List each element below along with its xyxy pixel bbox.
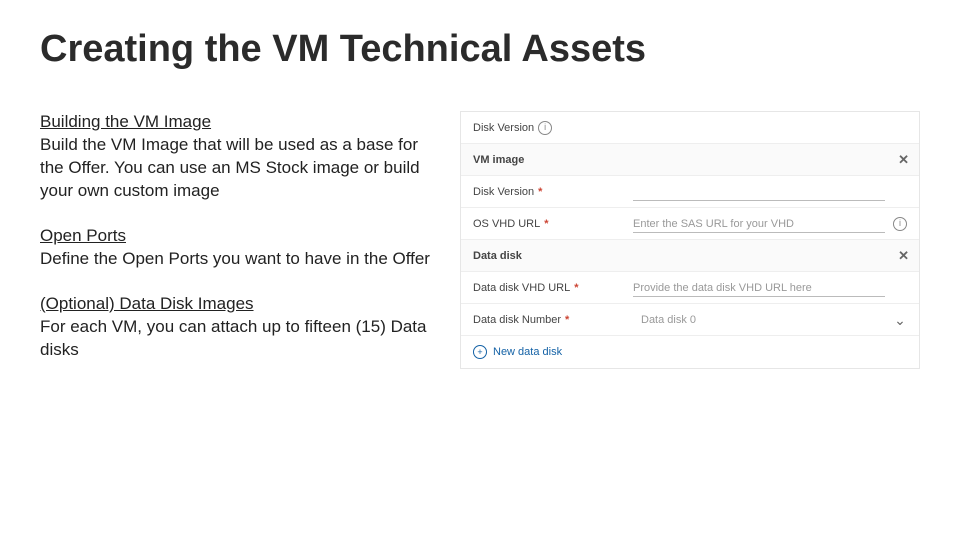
row-data-disk-number: Data disk Number * Data disk 0 ⌄ (461, 304, 919, 336)
info-icon[interactable]: i (538, 121, 552, 135)
label-disk-version: Disk Version (473, 186, 534, 198)
vm-image-form: Disk Version i VM image ✕ Disk Version * (460, 111, 920, 369)
section-body: Build the VM Image that will be used as … (40, 135, 420, 200)
close-icon[interactable]: ✕ (898, 249, 909, 262)
label-data-disk-number: Data disk Number (473, 314, 561, 326)
label-vm-image: VM image (473, 154, 524, 166)
section-open-ports: Open Ports Define the Open Ports you wan… (40, 225, 440, 271)
form-screenshot: Disk Version i VM image ✕ Disk Version * (460, 111, 920, 383)
row-vm-image-header: VM image ✕ (461, 144, 919, 176)
label-disk-version-top: Disk Version (473, 122, 534, 134)
row-disk-version: Disk Version * (461, 176, 919, 208)
section-heading: Building the VM Image (40, 112, 211, 131)
info-icon[interactable]: i (893, 217, 907, 231)
section-body: Define the Open Ports you want to have i… (40, 249, 430, 268)
section-data-disks: (Optional) Data Disk Images For each VM,… (40, 293, 440, 362)
section-building-vm: Building the VM Image Build the VM Image… (40, 111, 440, 203)
new-data-disk-label: New data disk (493, 346, 562, 358)
data-disk-vhd-url-input[interactable]: Provide the data disk VHD URL here (633, 279, 885, 297)
left-column: Building the VM Image Build the VM Image… (40, 111, 440, 383)
page-title: Creating the VM Technical Assets (40, 28, 920, 71)
row-disk-version-top: Disk Version i (461, 112, 919, 144)
data-disk-number-select[interactable]: Data disk 0 (633, 314, 907, 326)
required-mark: * (544, 218, 548, 230)
section-body: For each VM, you can attach up to fiftee… (40, 317, 426, 359)
chevron-down-icon[interactable]: ⌄ (893, 313, 907, 327)
section-heading: Open Ports (40, 226, 126, 245)
close-icon[interactable]: ✕ (898, 153, 909, 166)
required-mark: * (565, 314, 569, 326)
new-data-disk-button[interactable]: + New data disk (473, 345, 562, 359)
row-new-data-disk[interactable]: + New data disk (461, 336, 919, 368)
row-data-disk-header: Data disk ✕ (461, 240, 919, 272)
required-mark: * (538, 186, 542, 198)
label-data-disk-vhd-url: Data disk VHD URL (473, 282, 570, 294)
plus-icon: + (473, 345, 487, 359)
row-os-vhd-url: OS VHD URL * Enter the SAS URL for your … (461, 208, 919, 240)
required-mark: * (574, 282, 578, 294)
os-vhd-url-input[interactable]: Enter the SAS URL for your VHD (633, 215, 885, 233)
label-os-vhd-url: OS VHD URL (473, 218, 540, 230)
row-data-disk-vhd-url: Data disk VHD URL * Provide the data dis… (461, 272, 919, 304)
section-heading: (Optional) Data Disk Images (40, 294, 254, 313)
disk-version-input[interactable] (633, 183, 885, 201)
label-data-disk: Data disk (473, 250, 522, 262)
